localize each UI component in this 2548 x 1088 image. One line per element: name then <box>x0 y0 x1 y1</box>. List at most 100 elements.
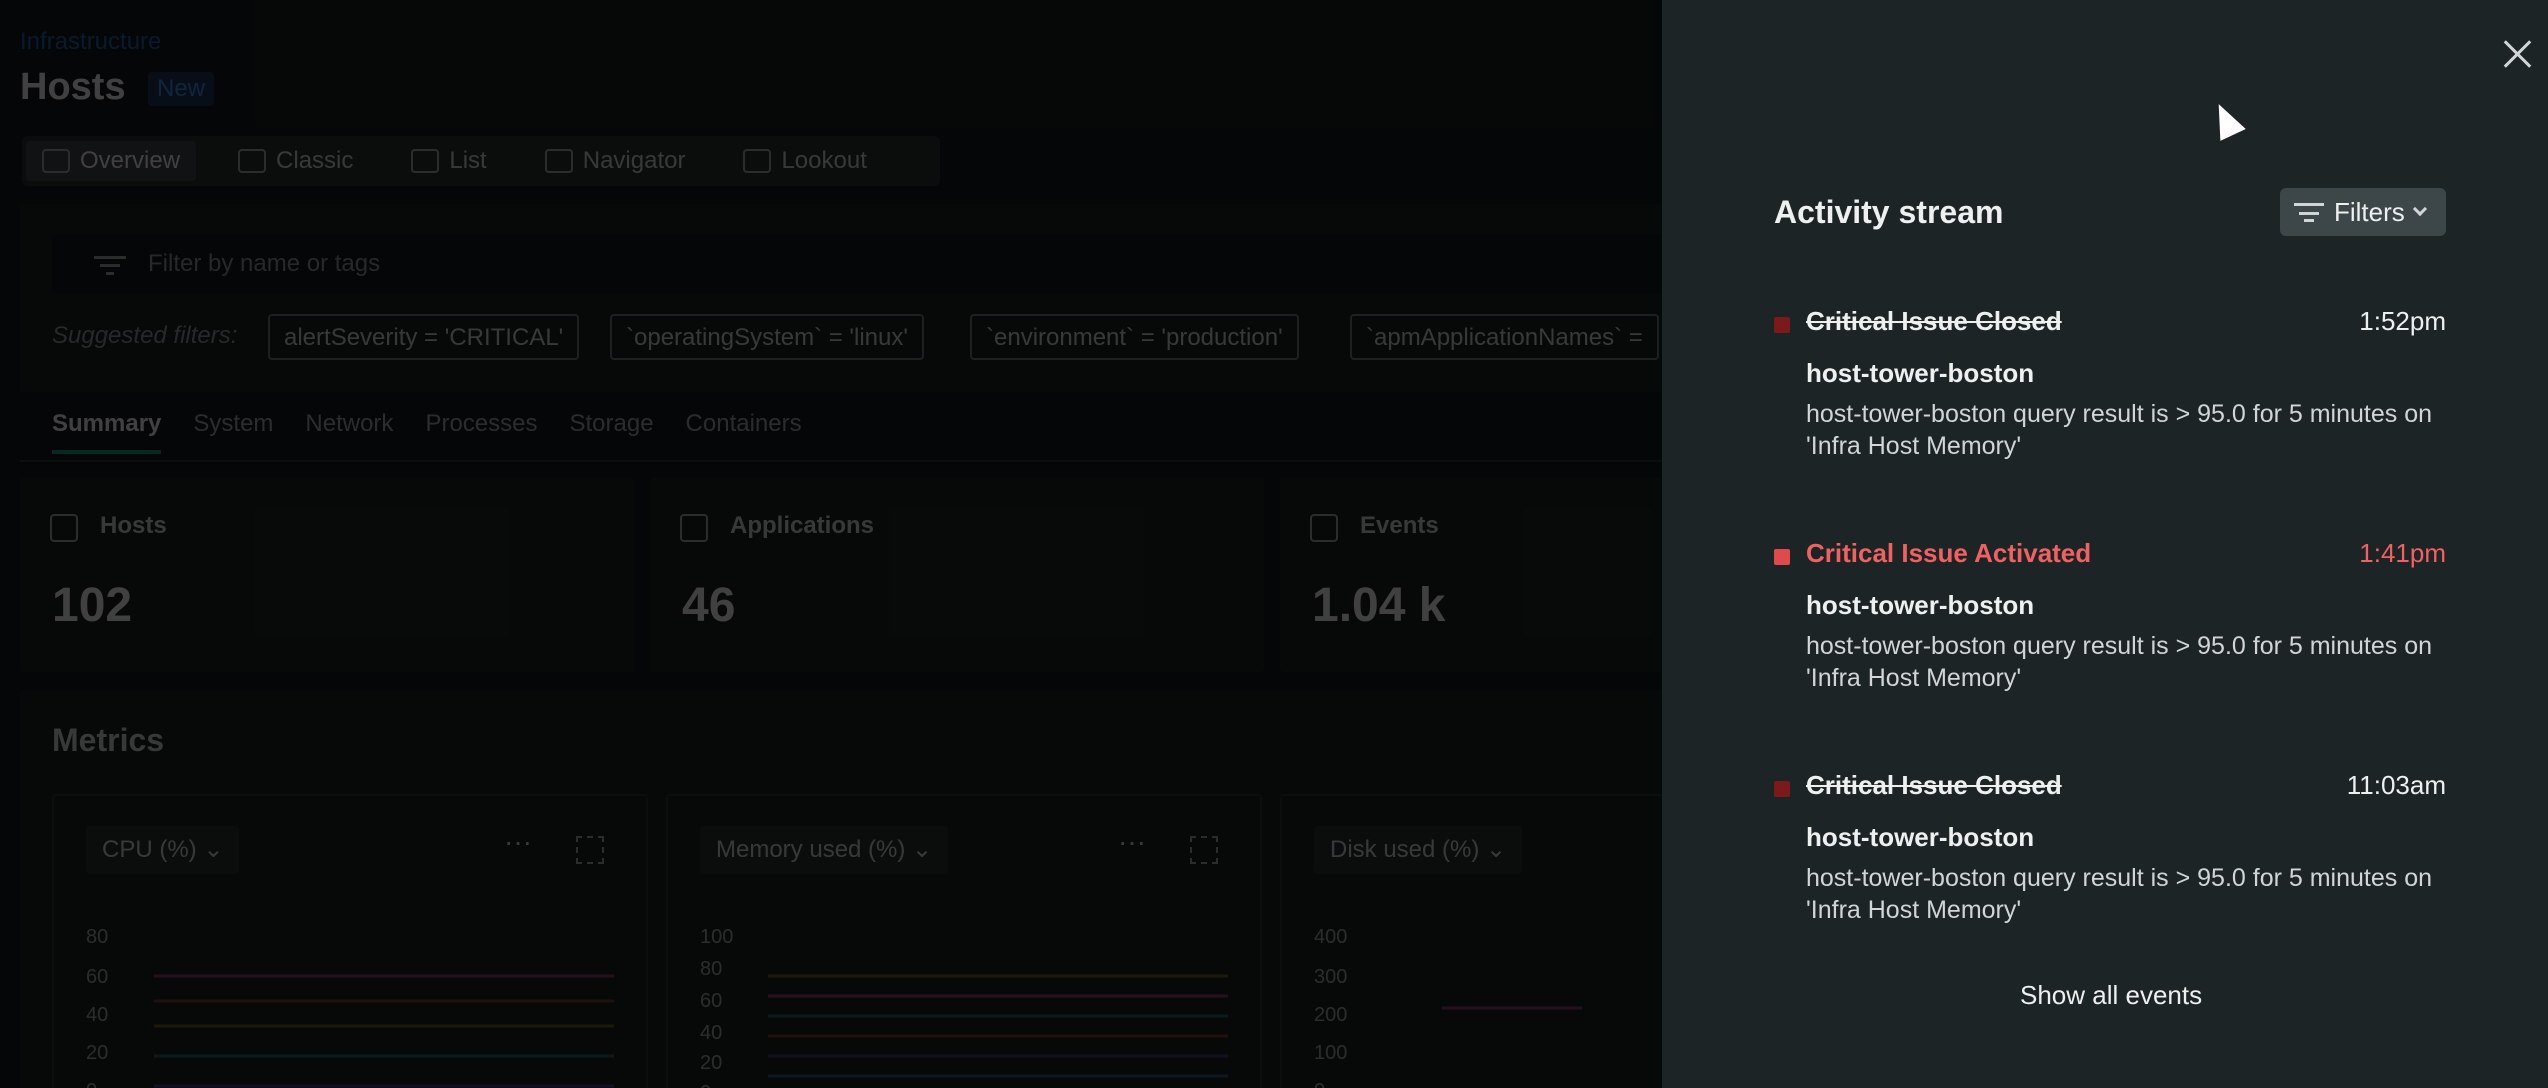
tab-containers[interactable]: Containers <box>686 410 802 454</box>
status-indicator <box>1774 549 1790 565</box>
filter-input[interactable]: Filter by name or tags <box>52 234 1662 294</box>
tab-classic[interactable]: Classic <box>222 141 369 181</box>
event-description: host-tower-boston query result is > 95.0… <box>1806 632 2433 692</box>
y-tick: 60 <box>700 990 723 1012</box>
applications-icon <box>680 514 708 542</box>
event-time: 11:03am <box>2346 770 2446 800</box>
suggested-filter-chip[interactable]: alertSeverity = 'CRITICAL' <box>268 314 580 360</box>
tab-network[interactable]: Network <box>305 410 393 454</box>
status-indicator <box>1774 317 1790 333</box>
metric-select[interactable]: CPU (%) ⌄ <box>86 826 240 874</box>
metric-chart-memory: Memory used (%) ⌄ ··· 100 80 60 40 20 0 <box>666 794 1262 1088</box>
metric-select-label: CPU (%) <box>102 836 197 863</box>
events-icon <box>1310 514 1338 542</box>
metric-select-label: Memory used (%) <box>716 836 906 863</box>
more-options-icon[interactable]: ··· <box>1118 826 1146 858</box>
y-tick: 40 <box>700 1022 723 1044</box>
summary-card-hosts[interactable]: Hosts 102 <box>20 478 634 672</box>
metrics-title: Metrics <box>52 722 165 758</box>
filter-panel: Filter by name or tags Suggested filters… <box>20 204 1662 392</box>
overview-icon <box>42 149 70 173</box>
summary-card-events[interactable]: Events 1.04 k <box>1280 478 1662 672</box>
activity-event[interactable]: Critical Issue Activated 1:41pm host-tow… <box>1774 538 2446 708</box>
card-title: Hosts <box>100 512 167 539</box>
view-tabs: Overview Classic List Navigator Lookout <box>22 136 940 186</box>
lookout-icon <box>743 149 772 173</box>
filters-button[interactable]: Filters <box>2280 188 2446 236</box>
y-tick: 300 <box>1314 966 1348 988</box>
disk-plot <box>1442 1006 1582 1010</box>
tab-summary[interactable]: Summary <box>52 410 162 454</box>
metric-chart-disk: Disk used (%) ⌄ 400 300 200 100 0 <box>1280 794 1662 1088</box>
y-tick: 0 <box>1314 1080 1325 1088</box>
tab-storage[interactable]: Storage <box>569 410 653 454</box>
filters-label: Filters <box>2334 196 2405 227</box>
suggested-filter-chip[interactable]: `operatingSystem` = 'linux' <box>610 314 924 360</box>
suggested-filter-chip[interactable]: `environment` = 'production' <box>970 314 1299 360</box>
tab-system[interactable]: System <box>193 410 273 454</box>
tab-processes[interactable]: Processes <box>425 410 537 454</box>
close-icon[interactable] <box>2500 36 2536 72</box>
tabs-divider <box>20 460 1662 462</box>
y-tick: 20 <box>86 1042 109 1064</box>
drawer-title: Activity stream <box>1774 194 2004 230</box>
y-tick: 0 <box>86 1080 97 1088</box>
status-indicator <box>1774 781 1790 797</box>
event-description: host-tower-boston query result is > 95.0… <box>1806 400 2433 460</box>
tab-label: Navigator <box>582 147 686 174</box>
expand-icon[interactable] <box>576 836 604 864</box>
event-host[interactable]: host-tower-boston <box>1806 822 2034 853</box>
y-tick: 20 <box>700 1052 723 1074</box>
suggested-filter-chip[interactable]: `apmApplicationNames` = <box>1350 314 1659 360</box>
y-tick: 40 <box>86 1004 109 1026</box>
event-host[interactable]: host-tower-boston <box>1806 358 2034 389</box>
tab-navigator[interactable]: Navigator <box>529 141 702 181</box>
metrics-panel: Metrics CPU (%) ⌄ ··· 80 60 40 20 0 Memo… <box>20 690 1662 1088</box>
tab-lookout[interactable]: Lookout <box>727 141 882 181</box>
list-icon <box>411 149 440 173</box>
card-title: Applications <box>730 512 875 539</box>
chevron-down-icon <box>2412 201 2427 217</box>
filter-icon <box>94 256 126 275</box>
event-status: Critical Issue Activated <box>1806 538 2092 568</box>
data-tabs: Summary System Network Processes Storage… <box>52 410 802 454</box>
metric-chart-cpu: CPU (%) ⌄ ··· 80 60 40 20 0 <box>52 794 648 1088</box>
page-title: Hosts <box>20 66 126 108</box>
y-tick: 60 <box>86 966 109 988</box>
y-tick: 80 <box>86 926 109 948</box>
hosts-page: Infrastructure Hosts New Overview Classi… <box>0 0 1662 1088</box>
tab-label: Classic <box>276 147 354 174</box>
navigator-icon <box>544 149 573 173</box>
expand-icon[interactable] <box>1190 836 1218 864</box>
suggested-filters-label: Suggested filters: <box>52 322 238 349</box>
activity-event[interactable]: Critical Issue Closed 1:52pm host-tower-… <box>1774 306 2446 476</box>
y-tick: 100 <box>1314 1042 1348 1064</box>
metric-select[interactable]: Disk used (%) ⌄ <box>1314 826 1523 874</box>
tab-label: Overview <box>80 147 181 174</box>
event-description: host-tower-boston query result is > 95.0… <box>1806 864 2433 924</box>
tab-overview[interactable]: Overview <box>26 141 197 181</box>
tab-label: List <box>449 147 487 174</box>
card-value: 46 <box>682 579 736 632</box>
y-tick: 0 <box>700 1082 711 1088</box>
card-value: 102 <box>52 579 133 632</box>
hosts-icon <box>50 514 78 542</box>
breadcrumb[interactable]: Infrastructure <box>20 28 161 56</box>
summary-card-applications[interactable]: Applications 46 <box>650 478 1264 672</box>
filter-placeholder: Filter by name or tags <box>148 250 381 277</box>
tab-label: Lookout <box>781 147 867 174</box>
tab-list[interactable]: List <box>395 141 502 181</box>
metric-select[interactable]: Memory used (%) ⌄ <box>700 826 949 874</box>
memory-plot <box>768 974 1228 1078</box>
show-all-events-link[interactable]: Show all events <box>2020 980 2202 1011</box>
card-value: 1.04 k <box>1312 579 1446 632</box>
y-tick: 400 <box>1314 926 1348 948</box>
cpu-plot <box>154 974 614 1088</box>
more-options-icon[interactable]: ··· <box>504 826 532 858</box>
y-tick: 100 <box>700 926 734 948</box>
new-badge: New <box>148 72 215 106</box>
event-status: Critical Issue Closed <box>1806 306 2062 336</box>
event-host[interactable]: host-tower-boston <box>1806 590 2034 621</box>
event-time: 1:41pm <box>2359 538 2446 568</box>
activity-event[interactable]: Critical Issue Closed 11:03am host-tower… <box>1774 770 2446 940</box>
